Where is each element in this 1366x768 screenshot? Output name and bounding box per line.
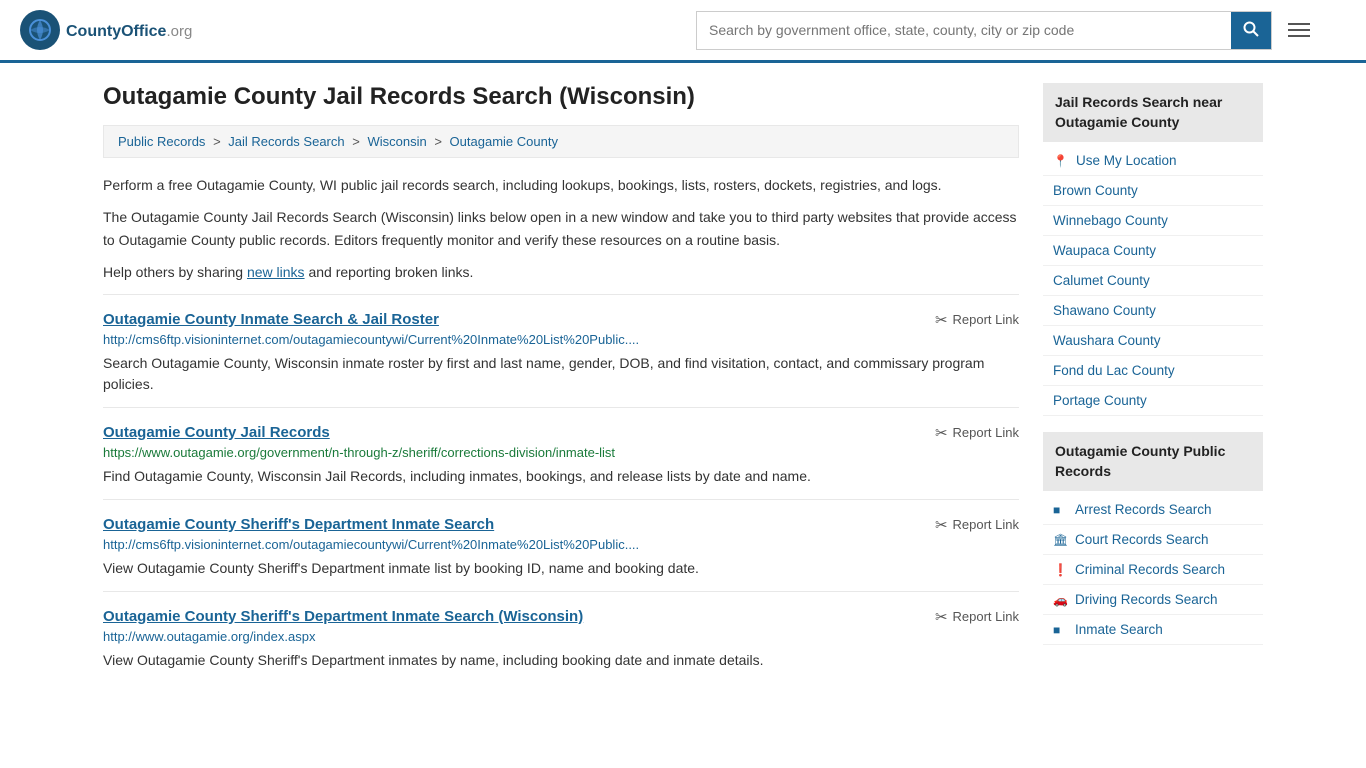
public-records-section-title: Outagamie County Public Records [1043,432,1263,491]
result-title-link[interactable]: Outagamie County Sheriff's Department In… [103,608,583,625]
menu-bar-3 [1288,35,1310,37]
report-link-button[interactable]: ✂ Report Link [935,516,1019,534]
report-link-button[interactable]: ✂ Report Link [935,424,1019,442]
search-area [696,11,1316,50]
scissors-icon: ✂ [935,311,948,329]
result-url: http://cms6ftp.visioninternet.com/outaga… [103,537,1019,552]
menu-bar-2 [1288,29,1310,31]
new-links-link[interactable]: new links [247,264,305,280]
public-records-link-label: Arrest Records Search [1075,502,1212,517]
search-wrapper [696,11,1272,50]
public-records-link[interactable]: ❗ Criminal Records Search [1043,555,1263,585]
scissors-icon: ✂ [935,516,948,534]
description-1: Perform a free Outagamie County, WI publ… [103,174,1019,196]
scissors-icon: ✂ [935,424,948,442]
nearby-county-link[interactable]: Waupaca County [1043,236,1263,266]
court-icon: 🏛 [1053,533,1067,547]
nearby-county-link[interactable]: Shawano County [1043,296,1263,326]
breadcrumb-jail-records-search[interactable]: Jail Records Search [228,134,344,149]
nearby-link-label: Use My Location [1076,153,1177,168]
logo-text: CountyOffice.org [66,19,192,42]
driving-icon: 🚗 [1053,593,1067,607]
content-area: Outagamie County Jail Records Search (Wi… [103,83,1019,683]
menu-bar-1 [1288,23,1310,25]
nearby-link-label: Calumet County [1053,273,1150,288]
nearby-county-link[interactable]: Calumet County [1043,266,1263,296]
breadcrumb: Public Records > Jail Records Search > W… [103,125,1019,158]
site-header: CountyOffice.org [0,0,1366,63]
nearby-county-link[interactable]: Fond du Lac County [1043,356,1263,386]
nearby-links: 📍 Use My Location Brown County Winnebago Co… [1043,146,1263,416]
result-item: Outagamie County Inmate Search & Jail Ro… [103,294,1019,407]
inmate-icon: ■ [1053,623,1067,637]
report-link-label: Report Link [953,425,1019,440]
nearby-section-title: Jail Records Search near Outagamie Count… [1043,83,1263,142]
main-container: Outagamie County Jail Records Search (Wi… [83,63,1283,683]
public-records-links: ■ Arrest Records Search 🏛 Court Records Sea… [1043,495,1263,645]
result-title-link[interactable]: Outagamie County Sheriff's Department In… [103,516,494,533]
nearby-link-label: Shawano County [1053,303,1156,318]
description-2: The Outagamie County Jail Records Search… [103,206,1019,251]
nearby-county-link[interactable]: Brown County [1043,176,1263,206]
location-icon: 📍 [1053,154,1068,168]
nearby-link-label: Waupaca County [1053,243,1156,258]
logo-area: CountyOffice.org [20,10,192,50]
public-records-link-label: Court Records Search [1075,532,1209,547]
logo-icon [20,10,60,50]
public-records-link[interactable]: 🏛 Court Records Search [1043,525,1263,555]
scissors-icon: ✂ [935,608,948,626]
result-item: Outagamie County Sheriff's Department In… [103,591,1019,683]
nearby-link-label: Waushara County [1053,333,1161,348]
result-title-row: Outagamie County Sheriff's Department In… [103,516,1019,534]
result-description: Find Outagamie County, Wisconsin Jail Re… [103,466,1019,487]
public-records-link-label: Driving Records Search [1075,592,1218,607]
result-url: http://cms6ftp.visioninternet.com/outaga… [103,332,1019,347]
report-link-button[interactable]: ✂ Report Link [935,608,1019,626]
breadcrumb-wisconsin[interactable]: Wisconsin [367,134,426,149]
breadcrumb-public-records[interactable]: Public Records [118,134,205,149]
result-description: View Outagamie County Sheriff's Departme… [103,650,1019,671]
search-button[interactable] [1231,12,1271,49]
menu-button[interactable] [1282,17,1316,43]
criminal-icon: ❗ [1053,563,1067,577]
public-records-link-label: Inmate Search [1075,622,1163,637]
result-title-row: Outagamie County Inmate Search & Jail Ro… [103,311,1019,329]
result-item: Outagamie County Sheriff's Department In… [103,499,1019,591]
result-url: https://www.outagamie.org/government/n-t… [103,445,1019,460]
result-title-row: Outagamie County Sheriff's Department In… [103,608,1019,626]
result-title-link[interactable]: Outagamie County Jail Records [103,424,330,441]
report-link-button[interactable]: ✂ Report Link [935,311,1019,329]
page-title: Outagamie County Jail Records Search (Wi… [103,83,1019,111]
result-description: Search Outagamie County, Wisconsin inmat… [103,353,1019,395]
report-link-label: Report Link [953,517,1019,532]
public-records-link[interactable]: ■ Arrest Records Search [1043,495,1263,525]
public-records-link[interactable]: ■ Inmate Search [1043,615,1263,645]
nearby-link-label: Brown County [1053,183,1138,198]
search-input[interactable] [697,14,1231,46]
description-3: Help others by sharing new links and rep… [103,261,1019,283]
public-records-link-label: Criminal Records Search [1075,562,1225,577]
nearby-county-link[interactable]: Portage County [1043,386,1263,416]
nearby-link-label: Fond du Lac County [1053,363,1175,378]
report-link-label: Report Link [953,609,1019,624]
nearby-county-link[interactable]: Waushara County [1043,326,1263,356]
arrest-icon: ■ [1053,503,1067,517]
breadcrumb-outagamie-county[interactable]: Outagamie County [450,134,558,149]
use-my-location-link[interactable]: 📍 Use My Location [1043,146,1263,176]
sidebar: Jail Records Search near Outagamie Count… [1043,83,1263,683]
result-title-row: Outagamie County Jail Records ✂ Report L… [103,424,1019,442]
results-list: Outagamie County Inmate Search & Jail Ro… [103,294,1019,683]
result-description: View Outagamie County Sheriff's Departme… [103,558,1019,579]
result-title-link[interactable]: Outagamie County Inmate Search & Jail Ro… [103,311,439,328]
nearby-link-label: Portage County [1053,393,1147,408]
result-url: http://www.outagamie.org/index.aspx [103,629,1019,644]
result-item: Outagamie County Jail Records ✂ Report L… [103,407,1019,499]
nearby-link-label: Winnebago County [1053,213,1168,228]
nearby-county-link[interactable]: Winnebago County [1043,206,1263,236]
report-link-label: Report Link [953,312,1019,327]
public-records-link[interactable]: 🚗 Driving Records Search [1043,585,1263,615]
